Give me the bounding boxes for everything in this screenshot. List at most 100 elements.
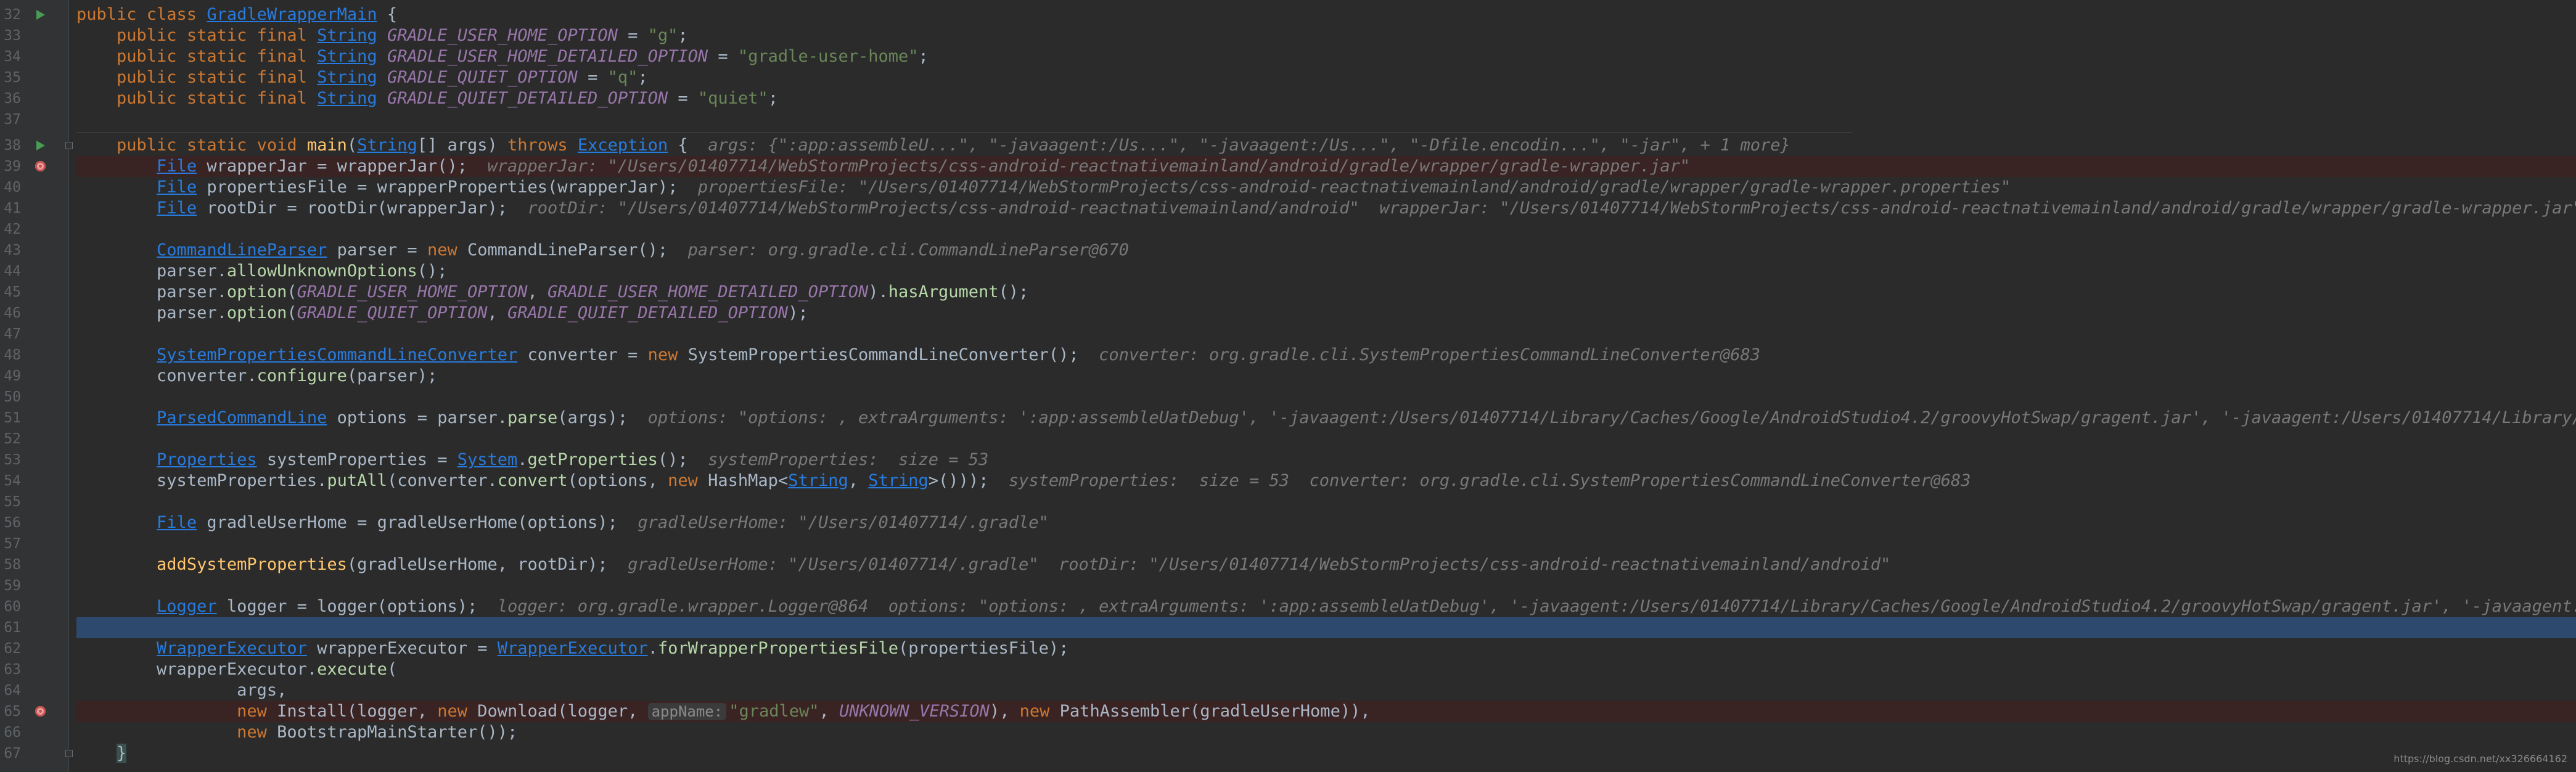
- current-execution-line[interactable]: 61: [0, 617, 2576, 638]
- line-number: 34: [4, 49, 21, 65]
- line-number: 33: [4, 28, 21, 44]
- debug-inline-value: propertiesFile: "/Users/01407714/WebStor…: [697, 178, 2011, 197]
- line-code: Properties systemProperties = System.get…: [157, 450, 989, 469]
- line-code: public static final String GRADLE_QUIET_…: [117, 68, 648, 87]
- line-number: 67: [4, 745, 21, 762]
- code-line[interactable]: 57: [0, 533, 2576, 554]
- line-code: parser.option(GRADLE_QUIET_OPTION, GRADL…: [157, 303, 808, 322]
- line-code: wrapperExecutor.execute(: [157, 660, 398, 679]
- code-line[interactable]: 63 wrapperExecutor.execute(: [0, 659, 2576, 680]
- code-line[interactable]: 36 public static final String GRADLE_QUI…: [0, 88, 2576, 109]
- line-number: 54: [4, 473, 21, 489]
- line-code: public static void main(String[] args) t…: [117, 136, 1790, 155]
- code-line-breakpoint[interactable]: 65 new Install(logger, new Download(logg…: [0, 701, 2576, 722]
- code-line[interactable]: 40 File propertiesFile = wrapperProperti…: [0, 177, 2576, 198]
- line-code: File wrapperJar = wrapperJar(); wrapperJ…: [76, 156, 2576, 177]
- line-code: public static final String GRADLE_QUIET_…: [117, 89, 778, 108]
- breakpoint-icon[interactable]: [31, 701, 49, 722]
- line-code: File gradleUserHome = gradleUserHome(opt…: [157, 513, 1049, 532]
- line-code: [76, 324, 2576, 345]
- line-code: [76, 491, 2576, 512]
- code-line[interactable]: 34 public static final String GRADLE_USE…: [0, 46, 2576, 67]
- line-number: 52: [4, 431, 21, 447]
- line-code: [76, 617, 2576, 638]
- line-number: 32: [4, 7, 21, 23]
- debug-inline-value: gradleUserHome: "/Users/01407714/.gradle…: [628, 555, 1891, 574]
- line-code: [76, 429, 2576, 450]
- debug-inline-value: systemProperties: size = 53 converter: o…: [1008, 471, 1971, 490]
- line-code: new Install(logger, new Download(logger,…: [76, 701, 2576, 722]
- code-line[interactable]: 35 public static final String GRADLE_QUI…: [0, 67, 2576, 88]
- line-code: [76, 219, 2576, 240]
- code-line[interactable]: 49 converter.configure(parser);: [0, 366, 2576, 387]
- code-line[interactable]: 55: [0, 491, 2576, 512]
- debug-inline-value: wrapperJar: "/Users/01407714/WebStormPro…: [487, 157, 1691, 176]
- code-line[interactable]: 62 WrapperExecutor wrapperExecutor = Wra…: [0, 638, 2576, 659]
- line-number: 45: [4, 284, 21, 300]
- code-line[interactable]: 43 CommandLineParser parser = new Comman…: [0, 240, 2576, 261]
- breakpoint-icon[interactable]: [31, 156, 49, 177]
- code-line[interactable]: 48 SystemPropertiesCommandLineConverter …: [0, 345, 2576, 366]
- code-line[interactable]: 44 parser.allowUnknownOptions();: [0, 261, 2576, 282]
- line-number: 35: [4, 70, 21, 86]
- line-code: [76, 533, 2576, 554]
- code-line[interactable]: 45 parser.option(GRADLE_USER_HOME_OPTION…: [0, 282, 2576, 303]
- line-number: 58: [4, 557, 21, 573]
- code-line[interactable]: 51 ParsedCommandLine options = parser.pa…: [0, 408, 2576, 429]
- code-line[interactable]: 53 Properties systemProperties = System.…: [0, 450, 2576, 470]
- line-code: systemProperties.putAll(converter.conver…: [157, 471, 1971, 490]
- code-editor[interactable]: 32 public class GradleWrapperMain { 33 p…: [0, 0, 2576, 772]
- debug-inline-value: rootDir: "/Users/01407714/WebStormProjec…: [527, 199, 2576, 218]
- line-number: 43: [4, 242, 21, 258]
- code-line[interactable]: 33 public static final String GRADLE_USE…: [0, 25, 2576, 46]
- code-line[interactable]: 60 Logger logger = logger(options); logg…: [0, 596, 2576, 617]
- line-number: 57: [4, 536, 21, 552]
- code-line[interactable]: 67 }: [0, 743, 2576, 764]
- line-number: 41: [4, 200, 21, 216]
- line-code: addSystemProperties(gradleUserHome, root…: [157, 555, 1891, 574]
- code-line-breakpoint[interactable]: 39 File wrapperJar = wrapperJar(); wrapp…: [0, 156, 2576, 177]
- code-line[interactable]: 64 args,: [0, 680, 2576, 701]
- code-line[interactable]: 38 public static void main(String[] args…: [0, 135, 2576, 156]
- line-code: [76, 387, 2576, 408]
- code-line[interactable]: 37: [0, 109, 2576, 130]
- line-code: [76, 109, 2576, 130]
- code-line[interactable]: 32 public class GradleWrapperMain {: [0, 4, 2576, 25]
- fold-icon[interactable]: [31, 135, 73, 156]
- line-code: parser.option(GRADLE_USER_HOME_OPTION, G…: [157, 282, 1029, 302]
- code-line[interactable]: 42: [0, 219, 2576, 240]
- line-code: WrapperExecutor wrapperExecutor = Wrappe…: [157, 639, 1069, 658]
- line-number: 66: [4, 725, 21, 741]
- code-line[interactable]: 41 File rootDir = rootDir(wrapperJar); r…: [0, 198, 2576, 219]
- line-number: 38: [4, 138, 21, 154]
- code-line[interactable]: 58 addSystemProperties(gradleUserHome, r…: [0, 554, 2576, 575]
- line-number: 40: [4, 179, 21, 195]
- line-code: [76, 575, 2576, 596]
- line-number: 46: [4, 305, 21, 321]
- debug-inline-value: parser: org.gradle.cli.CommandLineParser…: [687, 240, 1129, 260]
- debug-inline-value: logger: org.gradle.wrapper.Logger@864 op…: [497, 597, 2576, 616]
- line-number: 48: [4, 347, 21, 363]
- line-code: File rootDir = rootDir(wrapperJar); root…: [76, 198, 2576, 219]
- code-line[interactable]: 54 systemProperties.putAll(converter.con…: [0, 470, 2576, 491]
- line-code: parser.allowUnknownOptions();: [157, 261, 448, 281]
- code-line[interactable]: 66 new BootstrapMainStarter());: [0, 722, 2576, 743]
- code-line[interactable]: 52: [0, 429, 2576, 450]
- line-number: 39: [4, 158, 21, 175]
- code-line[interactable]: 59: [0, 575, 2576, 596]
- debug-inline-value: systemProperties: size = 53: [708, 450, 989, 469]
- line-number: 63: [4, 662, 21, 678]
- debug-inline-value: options: "options: , extraArguments: ':a…: [647, 408, 2576, 427]
- code-line[interactable]: 47: [0, 324, 2576, 345]
- code-line[interactable]: 46 parser.option(GRADLE_QUIET_OPTION, GR…: [0, 303, 2576, 324]
- code-line[interactable]: 56 File gradleUserHome = gradleUserHome(…: [0, 512, 2576, 533]
- line-number: 37: [4, 112, 21, 128]
- code-line[interactable]: 50: [0, 387, 2576, 408]
- line-number: 36: [4, 91, 21, 107]
- fold-icon[interactable]: [31, 743, 73, 764]
- line-number: 53: [4, 452, 21, 468]
- line-code: public static final String GRADLE_USER_H…: [117, 26, 688, 45]
- run-gutter-icon[interactable]: [31, 4, 49, 25]
- debug-inline-value: args: {":app:assembleU...", "-javaagent:…: [708, 136, 1790, 155]
- debug-inline-value: converter: org.gradle.cli.SystemProperti…: [1099, 345, 1760, 364]
